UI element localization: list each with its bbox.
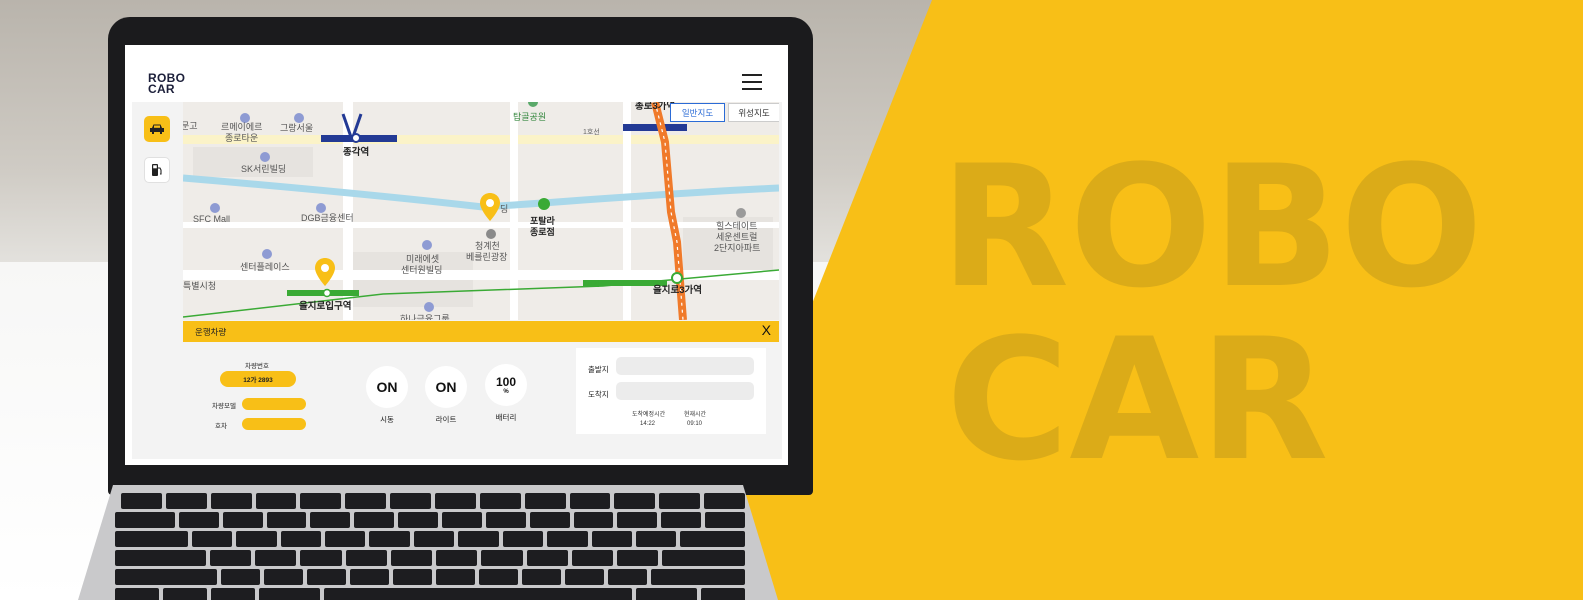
departure-field[interactable]: [616, 357, 754, 375]
hamburger-icon[interactable]: [742, 74, 762, 90]
ignition-status: ON: [366, 366, 408, 408]
map-label-euljiro3: 을지로3가역: [653, 285, 702, 296]
model-label: 차량모델: [212, 403, 236, 410]
map-label-dig: 딩: [500, 204, 509, 214]
route-card: 출발지 도착지 도착예정시간 현재시간 14:22 09:10: [576, 348, 766, 434]
arrival-field[interactable]: [616, 382, 754, 400]
operation-panel-header: 운행차량 X: [183, 321, 779, 342]
eta-value: 14:22: [640, 421, 656, 427]
sidebar-item-charging[interactable]: [144, 157, 170, 183]
app-body: 문고 르메이에르 종로타운 그랑서울 SK서린빌딩 SFC Mall DGB금융…: [132, 102, 782, 459]
battery-value: 100: [495, 375, 517, 389]
app-header: ROBO CAR: [125, 45, 788, 102]
map-toggle-general[interactable]: 일반지도: [670, 103, 725, 122]
map-label-center-place: 센터플레이스: [240, 262, 290, 272]
map-label-line1: 1호선: [583, 129, 600, 136]
map-label-sk: SK서린빌딩: [241, 164, 287, 174]
class-field: [242, 418, 306, 430]
map-toggle-satellite[interactable]: 위성지도: [728, 103, 779, 122]
location-pin-icon[interactable]: [314, 257, 336, 287]
now-label: 현재시간: [684, 412, 707, 418]
battery-unit: %: [503, 389, 509, 395]
arrival-label: 도착지: [588, 390, 609, 399]
map-label-sfc: SFC Mall: [193, 214, 231, 224]
map-label-berlin: 베를린광장: [466, 252, 508, 262]
map-view[interactable]: 문고 르메이에르 종로타운 그랑서울 SK서린빌딩 SFC Mall DGB금융…: [183, 102, 779, 320]
class-label: 호차: [215, 423, 227, 430]
plate-label: 차량번호: [245, 363, 269, 370]
panel-title: 운행차량: [195, 327, 227, 337]
map-label-hillstate3: 2단지아파트: [714, 243, 761, 253]
map-label-teukbyeol: 특별시청: [183, 281, 217, 291]
watermark-line1: ROBO: [940, 140, 1483, 325]
sidebar-item-vehicle[interactable]: [144, 116, 170, 142]
map-label-bottom-cut: 하나금융그룹: [400, 314, 450, 320]
fuel-station-icon: [152, 164, 162, 176]
battery-status: 100 %: [485, 364, 527, 406]
map-label-line2: 2호선: [583, 281, 600, 288]
map-label-munggo: 문고: [183, 121, 198, 131]
light-caption: 라이트: [435, 415, 457, 424]
map-label-euljiro-entrance: 을지로입구역: [299, 301, 352, 312]
map-label-mirae2: 센터원빌딩: [401, 265, 443, 275]
map-label-gran-seoul: 그랑서울: [280, 123, 314, 133]
map-label-portal2: 종로점: [530, 227, 555, 237]
light-value: ON: [435, 379, 457, 395]
battery-caption: 배터리: [495, 413, 517, 422]
map-label-dgb: DGB금융센터: [301, 213, 354, 223]
light-status: ON: [425, 366, 467, 408]
departure-label: 출발지: [588, 365, 609, 374]
car-icon: [150, 124, 164, 134]
close-button[interactable]: X: [762, 322, 771, 338]
map-label-jonggak: 종각역: [343, 147, 370, 158]
app-logo[interactable]: ROBO CAR: [148, 72, 185, 96]
logo-line2: CAR: [148, 82, 175, 96]
brand-watermark: ROBO CAR: [940, 140, 1483, 480]
model-field: [242, 398, 306, 410]
eta-label: 도착예정시간: [632, 412, 666, 418]
laptop-screen: ROBO CAR 문고 르메이에르 종로타운 그랑서울 SK서린빌딩 SFC M…: [125, 45, 788, 465]
ignition-caption: 시동: [380, 415, 394, 424]
ignition-value: ON: [376, 379, 398, 395]
watermark-line2: CAR: [946, 302, 1329, 480]
map-label-jongno-town: 종로타운: [225, 133, 259, 143]
location-pin-icon[interactable]: [479, 192, 501, 222]
map-label-tapgol: 탑골공원: [513, 112, 547, 122]
plate-value: 12가 2893: [220, 371, 296, 387]
now-value: 09:10: [687, 421, 703, 427]
keyboard: [115, 493, 746, 600]
